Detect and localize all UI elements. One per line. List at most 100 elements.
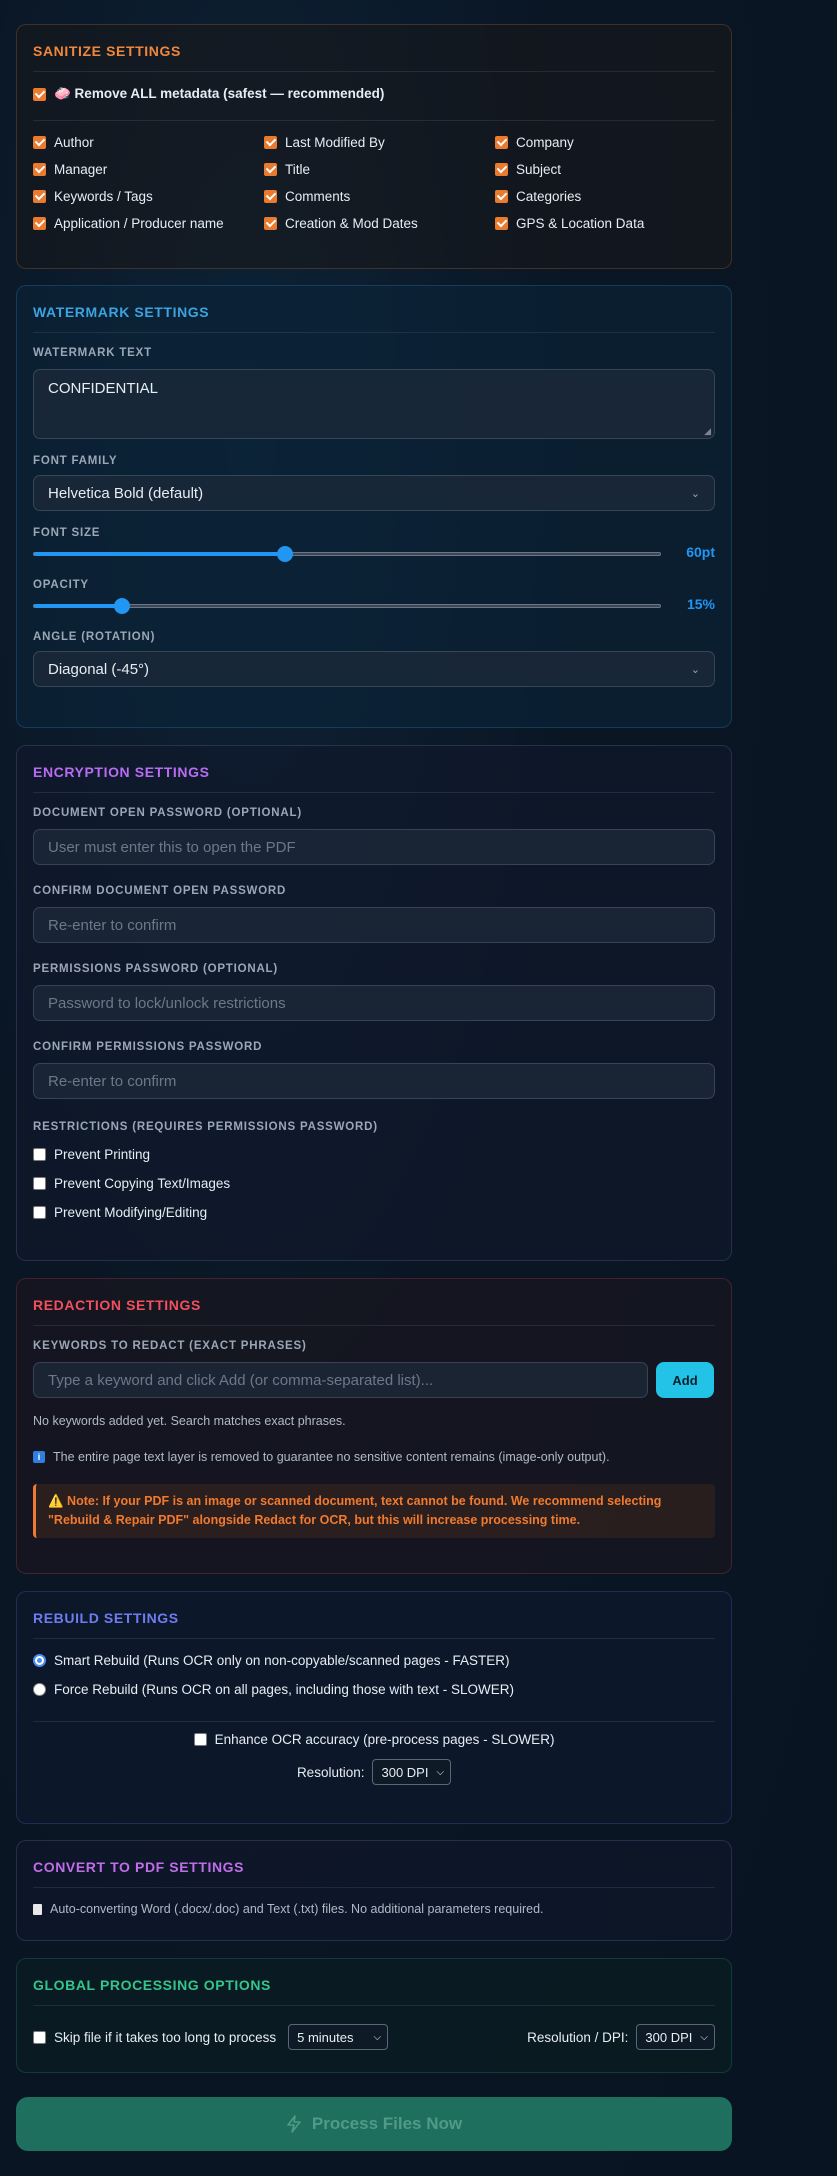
force-rebuild-radio[interactable] [33, 1683, 46, 1696]
enhance-ocr-option[interactable]: Enhance OCR accuracy (pre-process pages … [33, 1732, 715, 1747]
metadata-field-checkbox[interactable] [264, 217, 277, 230]
restrictions-list: Prevent Printing Prevent Copying Text/Ima… [33, 1147, 715, 1220]
confirm-permissions-password-input[interactable]: Re-enter to confirm [33, 1063, 715, 1099]
metadata-field-option[interactable]: Comments [264, 189, 495, 204]
metadata-field-label: Categories [516, 189, 582, 204]
skip-timeout-checkbox[interactable] [33, 2030, 46, 2044]
global-panel: GLOBAL PROCESSING OPTIONS Skip file if i… [16, 1958, 732, 2073]
metadata-field-checkbox[interactable] [33, 136, 46, 149]
rebuild-resolution-select[interactable]: 300 DPI ⌵ [372, 1759, 452, 1785]
metadata-field-checkbox[interactable] [264, 163, 277, 176]
rebuild-resolution-label: Resolution: [296, 1764, 365, 1780]
restriction-label: Prevent Copying Text/Images [54, 1176, 231, 1191]
remove-all-label: 🧼 Remove ALL metadata (safest — recommen… [54, 86, 385, 101]
keyword-entry-row: Type a keyword and click Add (or comma-s… [33, 1362, 715, 1398]
global-dpi-select[interactable]: 300 DPI ⌵ [636, 2024, 715, 2050]
ocr-warning-box: ⚠️ Note: If your PDF is an image or scan… [33, 1484, 715, 1538]
metadata-field-checkbox[interactable] [33, 163, 46, 176]
keyword-input[interactable]: Type a keyword and click Add (or comma-s… [33, 1362, 648, 1398]
metadata-field-checkbox[interactable] [33, 217, 46, 230]
metadata-field-label: Company [516, 135, 574, 150]
restriction-label: Prevent Modifying/Editing [54, 1205, 208, 1220]
enhance-ocr-checkbox[interactable] [193, 1733, 207, 1746]
metadata-field-checkbox[interactable] [33, 190, 46, 203]
font-size-slider-fill [34, 552, 285, 556]
open-password-label: DOCUMENT OPEN PASSWORD (OPTIONAL) [33, 807, 302, 819]
confirm-open-password-input[interactable]: Re-enter to confirm [33, 907, 715, 943]
sanitize-title: SANITIZE SETTINGS [33, 25, 715, 72]
warning-line-1: ⚠️ Note: If your PDF is an image or scan… [48, 1494, 662, 1508]
metadata-field-option[interactable]: Title [264, 162, 495, 177]
font-family-select[interactable]: Helvetica Bold (default) ⌄ [33, 475, 715, 511]
remove-all-metadata-option[interactable]: 🧼 Remove ALL metadata (safest — recommen… [33, 86, 715, 102]
opacity-slider-fill [34, 604, 122, 608]
font-size-slider-thumb[interactable] [277, 546, 293, 562]
font-size-slider[interactable] [33, 546, 661, 562]
permissions-password-input[interactable]: Password to lock/unlock restrictions [33, 985, 715, 1021]
metadata-field-label: Creation & Mod Dates [285, 216, 418, 231]
restriction-checkbox[interactable] [33, 1206, 46, 1219]
metadata-field-option[interactable]: Categories [495, 189, 726, 204]
opacity-label: OPACITY [33, 579, 89, 591]
smart-rebuild-option[interactable]: Smart Rebuild (Runs OCR only on non-copy… [33, 1653, 715, 1668]
resize-handle[interactable]: ◢ [704, 426, 711, 437]
chevron-down-icon: ⌵ [373, 2031, 382, 2043]
metadata-field-checkbox[interactable] [495, 163, 508, 176]
open-password-input[interactable]: User must enter this to open the PDF [33, 829, 715, 865]
timeout-select[interactable]: 5 minutes ⌵ [288, 2024, 389, 2050]
metadata-field-option[interactable]: Application / Producer name [33, 216, 264, 231]
restriction-option[interactable]: Prevent Copying Text/Images [33, 1176, 715, 1191]
angle-select[interactable]: Diagonal (-45°) ⌄ [33, 651, 715, 687]
enhance-ocr-label: Enhance OCR accuracy (pre-process pages … [214, 1732, 555, 1747]
metadata-field-option[interactable]: Manager [33, 162, 264, 177]
add-keyword-label: Add [672, 1372, 698, 1388]
force-rebuild-label: Force Rebuild (Runs OCR on all pages, in… [54, 1682, 514, 1697]
open-password-placeholder: User must enter this to open the PDF [48, 838, 296, 856]
watermark-text-input[interactable]: CONFIDENTIAL ◢ [33, 369, 715, 439]
rebuild-title: REBUILD SETTINGS [33, 1592, 715, 1639]
process-files-button[interactable]: Process Files Now [16, 2097, 732, 2151]
remove-all-checkbox[interactable] [33, 87, 46, 101]
smart-rebuild-label: Smart Rebuild (Runs OCR only on non-copy… [54, 1653, 510, 1668]
metadata-field-checkbox[interactable] [495, 190, 508, 203]
metadata-field-checkbox[interactable] [264, 136, 277, 149]
angle-label: ANGLE (ROTATION) [33, 631, 156, 643]
metadata-field-option[interactable]: Creation & Mod Dates [264, 216, 495, 231]
metadata-field-checkbox[interactable] [264, 190, 277, 203]
opacity-slider-thumb[interactable] [114, 598, 130, 614]
metadata-field-checkbox[interactable] [495, 217, 508, 230]
metadata-field-label: GPS & Location Data [516, 216, 645, 231]
document-icon [33, 1903, 42, 1915]
opacity-slider[interactable] [33, 598, 661, 614]
metadata-field-option[interactable]: Last Modified By [264, 135, 495, 150]
smart-rebuild-radio[interactable] [33, 1654, 46, 1667]
rebuild-panel: REBUILD SETTINGS Smart Rebuild (Runs OCR… [16, 1591, 732, 1824]
add-keyword-button[interactable]: Add [656, 1362, 714, 1398]
restriction-option[interactable]: Prevent Modifying/Editing [33, 1205, 715, 1220]
timeout-value: 5 minutes [297, 2029, 354, 2045]
redaction-title: REDACTION SETTINGS [33, 1279, 715, 1326]
font-size-value: 60pt [686, 544, 715, 560]
confirm-permissions-password-placeholder: Re-enter to confirm [48, 1072, 177, 1090]
force-rebuild-option[interactable]: Force Rebuild (Runs OCR on all pages, in… [33, 1682, 715, 1697]
lightning-icon [287, 2115, 301, 2133]
warning-line-2: "Rebuild & Repair PDF" alongside Redact … [48, 1513, 581, 1527]
chevron-down-icon: ⌄ [690, 487, 700, 500]
restriction-checkbox[interactable] [33, 1177, 46, 1190]
chevron-down-icon: ⌄ [690, 663, 700, 676]
opacity-slider-row: 15% [33, 591, 715, 617]
metadata-field-option[interactable]: Subject [495, 162, 726, 177]
convert-title: CONVERT TO PDF SETTINGS [33, 1841, 715, 1888]
text-layer-info: i The entire page text layer is removed … [33, 1450, 715, 1464]
restriction-checkbox[interactable] [33, 1148, 46, 1161]
restriction-option[interactable]: Prevent Printing [33, 1147, 715, 1162]
skip-timeout-option[interactable]: Skip file if it takes too long to proces… [33, 2024, 389, 2050]
rebuild-resolution-row: Resolution: 300 DPI ⌵ [33, 1759, 715, 1785]
watermark-text-label: WATERMARK TEXT [33, 347, 152, 359]
angle-value: Diagonal (-45°) [48, 660, 150, 678]
metadata-field-option[interactable]: Keywords / Tags [33, 189, 264, 204]
metadata-field-checkbox[interactable] [495, 136, 508, 149]
metadata-field-option[interactable]: GPS & Location Data [495, 216, 726, 231]
metadata-field-option[interactable]: Author [33, 135, 264, 150]
metadata-field-option[interactable]: Company [495, 135, 726, 150]
